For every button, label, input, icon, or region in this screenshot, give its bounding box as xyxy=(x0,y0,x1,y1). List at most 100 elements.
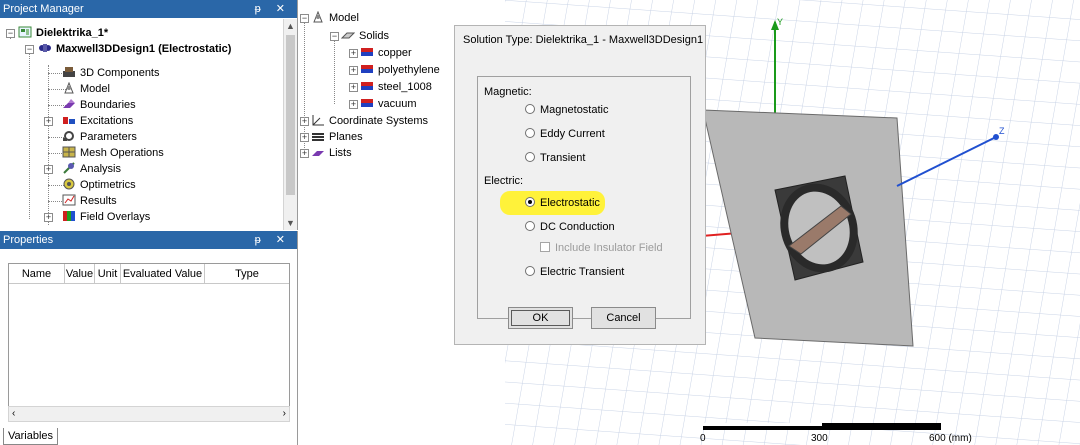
scroll-thumb[interactable] xyxy=(286,35,295,195)
model-tree-item-vacuum[interactable]: vacuum xyxy=(360,96,417,112)
boundaries-icon xyxy=(62,98,76,110)
scale-bar-segment xyxy=(703,423,822,426)
model-tree-item-steel[interactable]: steel_1008 xyxy=(360,79,432,95)
scroll-up-icon[interactable]: ▲ xyxy=(284,19,297,33)
expand-toggle[interactable]: + xyxy=(349,66,358,75)
properties-grid: Name Value Unit Evaluated Value Type xyxy=(8,263,290,416)
cancel-button[interactable]: Cancel xyxy=(591,307,656,329)
tree-item-analysis[interactable]: Analysis xyxy=(62,161,121,177)
project-manager-panel: Project Manager ᵽ ✕ − Dielektrika_1* − M… xyxy=(0,0,298,230)
solids-icon xyxy=(340,29,356,41)
design-icon xyxy=(38,42,52,54)
model-tree-item-coordinate-systems[interactable]: Coordinate Systems xyxy=(311,113,428,129)
collapse-toggle[interactable]: − xyxy=(25,45,34,54)
magnetic-label: Magnetic: xyxy=(484,86,532,98)
tree-item-design[interactable]: Maxwell3DDesign1 (Electrostatic) xyxy=(38,41,231,57)
material-icon xyxy=(360,80,374,92)
electric-label: Electric: xyxy=(484,175,524,187)
expand-toggle[interactable]: + xyxy=(44,213,53,222)
tree-item-project[interactable]: Dielektrika_1* xyxy=(18,25,108,41)
radio-icon xyxy=(525,266,535,276)
project-tree-scrollbar[interactable]: ▲ ▼ xyxy=(283,19,297,230)
collapse-toggle[interactable]: − xyxy=(330,32,339,41)
column-header[interactable]: Unit xyxy=(95,264,121,283)
radio-electric-transient[interactable]: Electric Transient xyxy=(525,265,624,279)
tree-item-3d-components[interactable]: 3D Components xyxy=(62,65,160,81)
optimetrics-icon xyxy=(62,178,76,190)
model-tree-item-polyethylene[interactable]: polyethylene xyxy=(360,62,440,78)
expand-toggle[interactable]: + xyxy=(349,83,358,92)
analysis-icon xyxy=(62,162,76,174)
tab-variables[interactable]: Variables xyxy=(3,428,58,445)
scale-label-0: 0 xyxy=(700,433,706,444)
scroll-right-icon[interactable]: › xyxy=(283,407,286,421)
radio-icon xyxy=(525,221,535,231)
properties-title: Properties xyxy=(3,234,54,246)
expand-toggle[interactable]: + xyxy=(44,117,53,126)
scroll-down-icon[interactable]: ▼ xyxy=(284,216,297,230)
scale-label-300: 300 xyxy=(811,433,828,444)
collapse-toggle[interactable]: − xyxy=(300,14,309,23)
results-icon xyxy=(62,194,76,206)
model-icon xyxy=(311,10,325,23)
expand-toggle[interactable]: + xyxy=(300,133,309,142)
model-tree-item-lists[interactable]: Lists xyxy=(311,145,352,161)
column-header[interactable]: Evaluated Value xyxy=(121,264,205,283)
radio-eddy-current[interactable]: Eddy Current xyxy=(525,127,605,141)
tree-item-mesh-operations[interactable]: Mesh Operations xyxy=(62,145,164,161)
properties-titlebar: Properties ᵽ ✕ xyxy=(0,231,297,249)
column-header[interactable]: Type xyxy=(205,264,289,283)
model-tree-item-copper[interactable]: copper xyxy=(360,45,412,61)
tree-item-optimetrics[interactable]: Optimetrics xyxy=(62,177,136,193)
parameters-icon xyxy=(62,130,76,142)
radio-selected-icon xyxy=(525,197,535,207)
y-axis-label: Y xyxy=(777,17,783,27)
properties-header-row: Name Value Unit Evaluated Value Type xyxy=(9,264,289,284)
properties-hscrollbar[interactable]: ‹ › xyxy=(8,406,290,422)
radio-electrostatic[interactable]: Electrostatic xyxy=(525,196,600,210)
checkbox-icon xyxy=(540,242,550,252)
expand-toggle[interactable]: + xyxy=(44,165,53,174)
expand-toggle[interactable]: + xyxy=(300,149,309,158)
tree-item-excitations[interactable]: Excitations xyxy=(62,113,133,129)
radio-transient[interactable]: Transient xyxy=(525,151,585,165)
radio-icon xyxy=(525,152,535,162)
lists-icon xyxy=(311,146,325,158)
planes-icon xyxy=(311,130,325,142)
scroll-left-icon[interactable]: ‹ xyxy=(12,407,15,421)
model-tree-item-model[interactable]: Model xyxy=(311,10,359,26)
radio-dc-conduction[interactable]: DC Conduction xyxy=(525,220,615,234)
z-axis-label: Z xyxy=(999,126,1005,136)
expand-toggle[interactable]: + xyxy=(300,117,309,126)
column-header[interactable]: Name xyxy=(9,264,65,283)
collapse-toggle[interactable]: − xyxy=(6,29,15,38)
tree-item-field-overlays[interactable]: Field Overlays xyxy=(62,209,150,225)
project-manager-titlebar: Project Manager ᵽ ✕ xyxy=(0,0,297,18)
column-header[interactable]: Value xyxy=(65,264,95,283)
panel-window-buttons[interactable]: ᵽ ✕ xyxy=(255,231,291,249)
radio-icon xyxy=(525,104,535,114)
dialog-title: Solution Type: Dielektrika_1 - Maxwell3D… xyxy=(463,34,704,46)
solution-type-group: Magnetic: Magnetostatic Eddy Current Tra… xyxy=(477,76,691,319)
model-tree-item-planes[interactable]: Planes xyxy=(311,129,363,145)
expand-toggle[interactable]: + xyxy=(349,49,358,58)
material-icon xyxy=(360,46,374,58)
mesh-icon xyxy=(62,146,76,158)
radio-magnetostatic[interactable]: Magnetostatic xyxy=(525,103,608,117)
tree-item-model[interactable]: Model xyxy=(62,81,110,97)
model-tree: − Model − Solids + copper + polyethylene… xyxy=(299,0,469,170)
tree-item-clipped xyxy=(38,225,56,230)
tree-item-parameters[interactable]: Parameters xyxy=(62,129,137,145)
project-tree: − Dielektrika_1* − Maxwell3DDesign1 (Ele… xyxy=(0,19,283,230)
ok-button[interactable]: OK xyxy=(508,307,573,329)
project-manager-title: Project Manager xyxy=(3,3,84,15)
model-tree-item-solids[interactable]: Solids xyxy=(340,28,389,44)
tree-item-boundaries[interactable]: Boundaries xyxy=(62,97,136,113)
coordinate-systems-icon xyxy=(311,114,325,126)
panel-window-buttons[interactable]: ᵽ ✕ xyxy=(255,0,291,18)
material-icon xyxy=(360,97,374,109)
checkbox-include-insulator: Include Insulator Field xyxy=(540,241,663,255)
solution-type-dialog: Solution Type: Dielektrika_1 - Maxwell3D… xyxy=(454,25,706,345)
tree-item-results[interactable]: Results xyxy=(62,193,117,209)
expand-toggle[interactable]: + xyxy=(349,100,358,109)
